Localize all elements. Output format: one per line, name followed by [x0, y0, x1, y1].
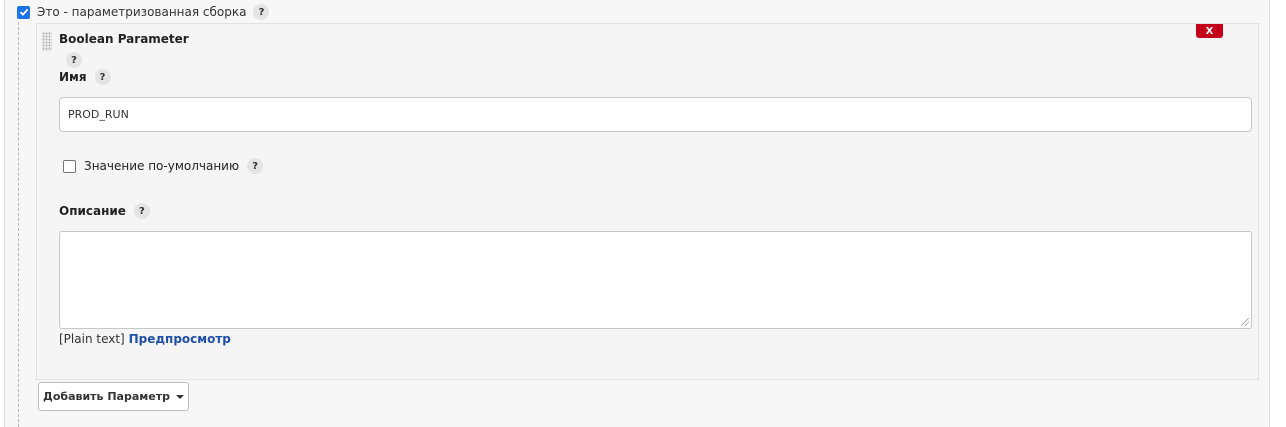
plain-text-label: [Plain text] [59, 332, 125, 346]
parameterized-help-icon[interactable]: ? [253, 4, 270, 20]
add-parameter-button[interactable]: Добавить Параметр [38, 382, 189, 411]
caret-down-icon [175, 394, 184, 399]
parameterized-checkbox[interactable] [17, 5, 30, 19]
name-label: Имя [59, 70, 87, 84]
boolean-parameter-card: X Boolean Parameter ? Имя ? PROD_RUN Зна… [36, 23, 1259, 380]
nesting-guide-line [18, 22, 19, 427]
resize-grip-icon[interactable] [1241, 318, 1249, 326]
default-value-label[interactable]: Значение по-умолчанию [84, 159, 239, 173]
parameterized-row: Это - параметризованная сборка ? [17, 3, 270, 21]
name-help-icon[interactable]: ? [94, 69, 111, 85]
preview-link[interactable]: Предпросмотр [129, 332, 231, 346]
drag-handle-icon[interactable] [42, 32, 52, 51]
default-value-row: Значение по-умолчанию ? [63, 158, 264, 174]
description-label: Описание [59, 204, 126, 218]
format-row: [Plain text] Предпросмотр [59, 332, 231, 346]
parameter-title: Boolean Parameter [59, 32, 189, 46]
add-parameter-label: Добавить Параметр [43, 390, 170, 403]
parameterized-label[interactable]: Это - параметризованная сборка [37, 5, 246, 19]
default-value-checkbox[interactable] [63, 159, 76, 173]
name-input[interactable]: PROD_RUN [59, 97, 1252, 132]
check-icon [19, 8, 28, 16]
description-label-row: Описание ? [59, 203, 150, 219]
name-field-label-row: Имя ? [59, 69, 111, 85]
remove-parameter-button[interactable]: X [1196, 24, 1223, 38]
description-textarea[interactable] [59, 231, 1252, 329]
description-help-icon[interactable]: ? [133, 203, 150, 219]
build-params-section: Это - параметризованная сборка ? X Boole… [4, 0, 1270, 427]
name-input-value: PROD_RUN [68, 108, 129, 121]
parameter-title-help-icon[interactable]: ? [66, 52, 82, 68]
default-value-help-icon[interactable]: ? [247, 158, 264, 174]
